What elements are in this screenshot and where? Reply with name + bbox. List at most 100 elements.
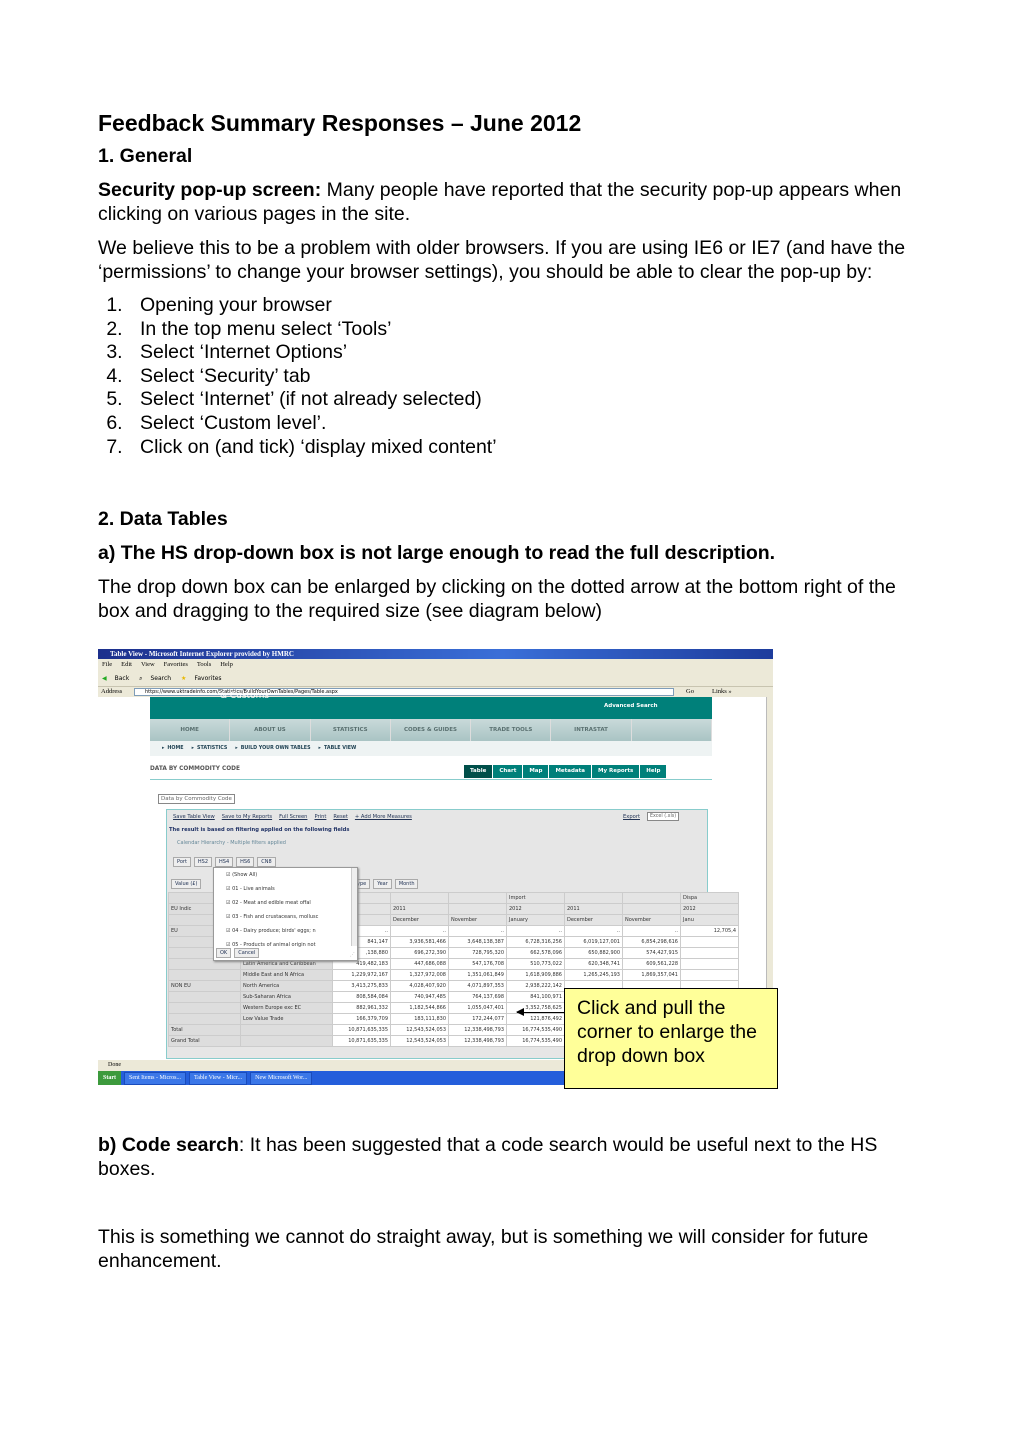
paragraph-b: b) Code search: It has been suggested th… (98, 1133, 928, 1181)
code-search-label: b) Code search (98, 1134, 239, 1156)
arrow-icon (516, 1008, 565, 1016)
breadcrumb-item: TABLE VIEW (323, 746, 357, 751)
taskbar-item: Sent Items - Micros... (124, 1072, 186, 1085)
dimension-chip: Year (373, 879, 392, 889)
cell: 728,795,320 (448, 947, 507, 959)
cell: 12,705,4 (680, 925, 739, 937)
security-label: Security pop-up screen: (98, 179, 322, 201)
column-header: Dispa (680, 892, 739, 904)
cancel-button[interactable]: Cancel (234, 948, 260, 958)
panel-action-link: Full Screen (279, 814, 308, 820)
column-header (448, 892, 507, 904)
cell: 547,176,708 (448, 958, 507, 970)
section-heading-data-tables: 2. Data Tables (98, 508, 228, 531)
cell: 1,182,544,866 (390, 1002, 449, 1014)
favorites-button: Favorites (194, 675, 222, 682)
callout-box: Click and pull the corner to enlarge the… (564, 988, 778, 1089)
panel-action-link: Reset (333, 814, 348, 820)
cell: 3,936,581,466 (390, 936, 449, 948)
cell: .. (622, 925, 681, 937)
tab: Table (464, 765, 493, 778)
nav-item: ABOUT US (230, 719, 311, 741)
nav-item: CODES & GUIDES (391, 719, 472, 741)
cell: 882,961,332 (332, 1002, 391, 1014)
column-header: 2011 (390, 903, 449, 915)
ok-button[interactable]: OK (216, 948, 232, 958)
dimension-chip: CN8 (257, 857, 276, 867)
subheading-a: a) The HS drop-down box is not large eno… (98, 542, 776, 565)
breadcrumb: ▸ HOME ▸ STATISTICS ▸ BUILD YOUR OWN TABLES ▸ T… (150, 741, 712, 756)
cell: 764,137,698 (448, 991, 507, 1003)
search-button: Search (150, 675, 172, 682)
cell (680, 969, 739, 981)
column-header: December (390, 914, 449, 926)
column-header: November (622, 914, 681, 926)
view-tabs: Table Chart Map Metadata My Reports Help (464, 765, 667, 778)
popup-item-label: 04 - Dairy produce; birds' eggs; n (232, 928, 316, 934)
cell: 1,327,972,008 (390, 969, 449, 981)
site-nav: HOME ABOUT US STATISTICS CODES & GUIDES TRAD… (150, 719, 712, 741)
cell: 1,265,245,193 (564, 969, 623, 981)
column-header: December (564, 914, 623, 926)
nav-item: TRADE TOOLS (471, 719, 552, 741)
row-group (168, 991, 241, 1003)
popup-item: ☑ 04 - Dairy produce; birds' eggs; n (214, 924, 357, 938)
column-header (564, 892, 623, 904)
menu-item: File (102, 661, 113, 668)
filter-item: Calendar Hierarchy - Multiple filters ap… (177, 840, 286, 846)
cell: 510,773,022 (506, 958, 565, 970)
popup-item-label: 03 - Fish and crustaceans, mollusc (232, 914, 319, 920)
step: Opening your browser (128, 294, 928, 318)
cell: 183,111,830 (390, 1013, 449, 1025)
cell: 16,774,535,490 (506, 1024, 565, 1036)
nav-item: INTRASTAT (551, 719, 632, 741)
cell: 172,244,077 (448, 1013, 507, 1025)
column-header: November (448, 914, 507, 926)
cell: 650,882,900 (564, 947, 623, 959)
cell: 1,229,972,167 (332, 969, 391, 981)
step: Select ‘Security’ tab (128, 365, 928, 389)
paragraph-security: Security pop-up screen: Many people have… (98, 178, 928, 226)
cell: 4,028,407,920 (390, 980, 449, 992)
column-header: Janu (680, 914, 739, 926)
dimension-chip: HS2 (193, 857, 213, 867)
panel-action-link: + Add More Measures (354, 814, 412, 820)
table-row: Middle East and N Africa 1,229,972,167 1,3… (168, 969, 739, 981)
cell: 12,543,524,053 (390, 1035, 449, 1047)
column-header: 2012 (506, 903, 565, 915)
cell: 1,351,061,849 (448, 969, 507, 981)
paragraph-a: The drop down box can be enlarged by cli… (98, 576, 896, 623)
breadcrumb-item: HOME (167, 746, 184, 751)
advanced-search-link: Advanced Search (604, 703, 658, 709)
steps-list: Opening your browser In the top menu sel… (128, 294, 928, 459)
cell (680, 958, 739, 970)
cell (680, 947, 739, 959)
back-icon: ◀ (102, 675, 107, 682)
breadcrumb-item: BUILD YOUR OWN TABLES (240, 746, 311, 751)
chevron-right-icon: ▸ (318, 746, 321, 751)
popup-scrollbar[interactable] (351, 868, 357, 946)
paragraph-browsers: We believe this to be a problem with old… (98, 237, 906, 283)
resize-grip-icon[interactable]: ⋰ (350, 952, 355, 958)
step: Click on (and tick) ‘display mixed conte… (128, 436, 928, 460)
cell: 3,648,138,387 (448, 936, 507, 948)
search-icon: ⌕ (139, 675, 143, 682)
url-field: https://www.uktradeinfo.com/Statistics/B… (134, 688, 674, 696)
step: Select ‘Custom level’. (128, 412, 928, 436)
export-format-select: Excel (.xls) (647, 812, 680, 821)
document-title: Feedback Summary Responses – June 2012 (98, 110, 582, 136)
row-label: Western Europe exc EC (240, 1002, 333, 1014)
menu-item: Tools (196, 661, 212, 668)
step: Select ‘Internet Options’ (128, 341, 928, 365)
panel-action-link: Print (314, 814, 327, 820)
row-group (168, 969, 241, 981)
cell: 841,100,971 (506, 991, 565, 1003)
dataset-select: Data by Commodity Code (158, 794, 235, 804)
hs2-dropdown-popup[interactable]: ☑ (Show All) ☑ 01 - Live animals ☑ 02 - Me… (213, 867, 358, 961)
menu-bar: File Edit View Favorites Tools Help (98, 659, 773, 670)
popup-item: ☑ 03 - Fish and crustaceans, mollusc (214, 910, 357, 924)
document: Feedback Summary Responses – June 2012 1… (98, 108, 928, 633)
section-heading-general: 1. General (98, 145, 193, 167)
address-label: Address (101, 688, 123, 695)
column-header (622, 903, 681, 915)
